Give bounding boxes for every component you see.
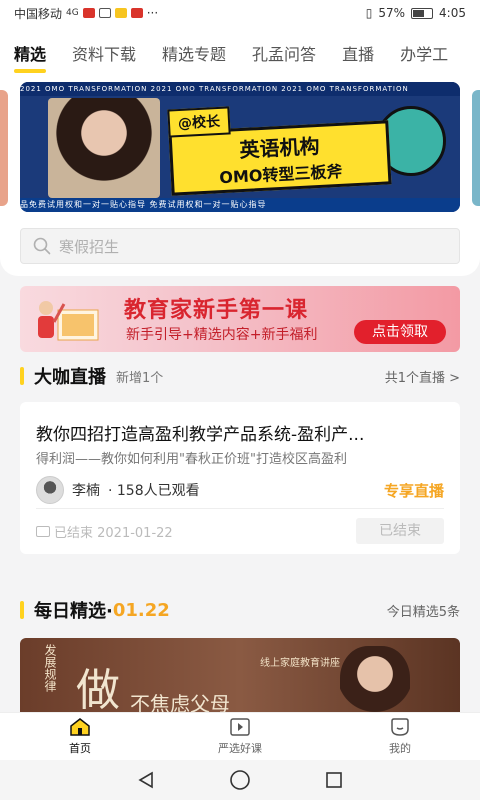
banner-strip-top: 2021 OMO TRANSFORMATION 2021 OMO TRANSFO… <box>20 82 460 96</box>
bottom-nav: 首页 严选好课 我的 <box>0 712 480 760</box>
tab-featured[interactable]: 精选 <box>14 41 47 73</box>
home-icon <box>70 718 90 736</box>
banner-strip-bottom: 品免费试用权和一对一贴心指导 免费试用权和一对一贴心指导 <box>20 198 460 212</box>
carousel-prev-peek[interactable] <box>0 90 8 206</box>
daily-big-char: 做 <box>76 665 120 712</box>
clock: 4:05 <box>439 6 466 20</box>
play-icon <box>230 718 250 736</box>
search-input[interactable]: 寒假招生 <box>20 228 460 264</box>
tab-qa[interactable]: 孔孟问答 <box>252 41 316 65</box>
live-time-text: 已结束 2021-01-22 <box>54 526 173 541</box>
live-time: 已结束 2021-01-22 <box>36 522 173 541</box>
daily-more-link[interactable]: 今日精选5条 <box>387 601 460 620</box>
live-more-link[interactable]: 共1个直播 > <box>385 367 460 386</box>
banner-caption: @校长 <box>167 106 231 138</box>
profile-icon <box>391 718 409 736</box>
notification-icon <box>114 8 127 18</box>
nav-profile-label: 我的 <box>389 742 411 755</box>
live-description: 得利润——教你如何利用"春秋正价班"打造校区高盈利 <box>36 452 347 467</box>
tab-topics[interactable]: 精选专题 <box>162 41 226 65</box>
notification-icon <box>130 8 143 18</box>
live-section-subtitle: 新增1个 <box>116 370 164 386</box>
viewer-count: · 158人已观看 <box>108 483 200 499</box>
daily-small-text: 线上家庭教育讲座 <box>260 658 340 669</box>
tab-downloads[interactable]: 资料下载 <box>72 41 136 65</box>
carousel-next-peek[interactable] <box>472 90 480 206</box>
battery-percent: 57% <box>378 6 406 20</box>
daily-subline: 不焦虑父母 <box>130 692 230 712</box>
search-placeholder: 寒假招生 <box>59 237 120 256</box>
status-bar: 中国移动 4G ··· ▯ 57% 4:05 <box>0 0 480 26</box>
notification-icon <box>98 8 111 18</box>
section-accent-bar <box>20 367 24 385</box>
network-label: 4G <box>66 8 79 18</box>
top-tabs: 精选 资料下载 精选专题 孔孟问答 直播 办学工 <box>0 26 480 80</box>
back-icon[interactable] <box>136 770 156 790</box>
tab-school[interactable]: 办学工 <box>400 41 448 65</box>
system-nav-bar <box>0 760 480 800</box>
banner-title-line2: OMO转型三板斧 <box>218 161 343 187</box>
section-accent-bar <box>20 601 24 619</box>
notification-icon <box>82 8 95 18</box>
carrier-label: 中国移动 <box>14 6 63 21</box>
daily-section-date: 01.22 <box>112 599 170 621</box>
battery-icon <box>411 7 434 19</box>
search-icon <box>33 237 51 255</box>
nav-home[interactable]: 首页 <box>0 713 160 760</box>
nav-home-label: 首页 <box>69 742 91 755</box>
live-section-title: 大咖直播 <box>34 367 106 388</box>
daily-vertical-text: 发展规律 <box>43 644 57 692</box>
tab-live[interactable]: 直播 <box>342 41 374 65</box>
hero-banner[interactable]: 2021 OMO TRANSFORMATION 2021 OMO TRANSFO… <box>20 82 460 212</box>
recents-icon[interactable] <box>324 770 344 790</box>
banner-title-line1: 英语机构 <box>238 133 321 162</box>
nav-profile[interactable]: 我的 <box>320 713 480 760</box>
promo-illustration <box>38 301 99 341</box>
more-dots: ··· <box>146 6 159 20</box>
nav-courses-label: 严选好课 <box>218 742 262 755</box>
ended-button[interactable]: 已结束 <box>356 518 444 544</box>
home-circle-icon[interactable] <box>229 769 251 791</box>
daily-speaker-photo <box>340 646 410 712</box>
tv-icon <box>36 526 50 537</box>
nav-courses[interactable]: 严选好课 <box>160 713 320 760</box>
live-card[interactable]: 教你四招打造高盈利教学产品系统-盈利产... 得利润——教你如何利用"春秋正价班… <box>20 402 460 554</box>
divider <box>36 508 444 509</box>
vibrate-icon: ▯ <box>365 6 373 20</box>
promo-title: 教育家新手第一课 <box>124 298 309 323</box>
promo-banner[interactable]: 教育家新手第一课 新手引导+精选内容+新手福利 点击领取 <box>20 286 460 352</box>
claim-button[interactable]: 点击领取 <box>354 320 446 344</box>
daily-section-header: 每日精选· 01.22 今日精选5条 <box>20 598 460 622</box>
daily-section-title: 每日精选· <box>34 601 113 622</box>
daily-banner[interactable]: 发展规律 做 不焦虑父母 线上家庭教育讲座 <box>20 638 460 712</box>
exclusive-live-tag: 专享直播 <box>383 482 444 500</box>
banner-photo <box>48 98 160 198</box>
live-author: 李楠 · 158人已观看 <box>36 476 200 504</box>
author-name: 李楠 <box>72 483 100 499</box>
live-title: 教你四招打造高盈利教学产品系统-盈利产... <box>36 425 365 445</box>
live-section-header: 大咖直播 新增1个 共1个直播 > <box>20 364 460 388</box>
promo-subtitle: 新手引导+精选内容+新手福利 <box>126 327 318 343</box>
avatar <box>36 476 64 504</box>
